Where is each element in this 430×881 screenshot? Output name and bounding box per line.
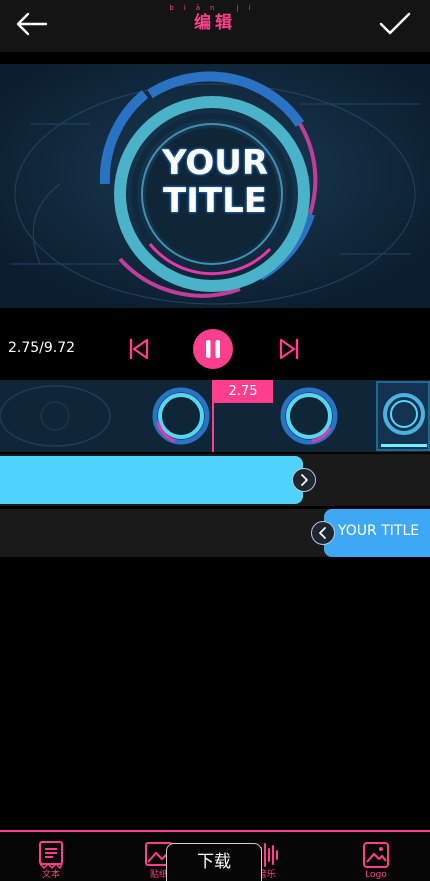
skip-previous-icon — [129, 338, 149, 360]
logo-image-icon — [363, 842, 389, 868]
player-controls: 2.75/9.72 — [0, 318, 430, 378]
chevron-left-icon — [319, 527, 326, 539]
top-app-bar: biān jí 编辑 — [0, 0, 430, 52]
playhead-time-label: 2.75 — [213, 380, 273, 403]
video-preview[interactable]: YOUR TITLE — [0, 64, 430, 308]
download-button[interactable]: 下载 — [166, 843, 262, 881]
page-title: biān jí 编辑 — [0, 4, 430, 34]
text-clip-label: YOUR TITLE — [338, 523, 420, 539]
text-clip-trim-handle[interactable] — [311, 521, 335, 545]
tab-logo-label: Logo — [365, 870, 387, 880]
preview-headline: YOUR TITLE — [0, 144, 430, 220]
time-readout: 2.75/9.72 — [8, 340, 76, 356]
media-clip[interactable] — [0, 456, 303, 504]
page-title-pinyin: biān jí — [169, 4, 261, 12]
pause-icon — [206, 340, 220, 358]
skip-previous-button[interactable] — [127, 337, 151, 361]
media-clip-trim-handle[interactable] — [292, 468, 316, 492]
media-track — [0, 454, 430, 506]
tab-text[interactable]: 文本 — [21, 840, 81, 881]
preview-headline-line2: TITLE — [163, 181, 267, 221]
text-track: YOUR TITLE — [0, 509, 430, 557]
preview-headline-line1: YOUR — [161, 143, 269, 183]
page-title-text: 编辑 — [194, 13, 236, 33]
pause-button[interactable] — [193, 329, 233, 369]
tab-text-label: 文本 — [41, 870, 60, 880]
chevron-right-icon — [301, 474, 308, 486]
text-document-icon — [39, 841, 63, 870]
check-icon — [379, 12, 411, 35]
confirm-button[interactable] — [378, 10, 412, 38]
skip-next-icon — [279, 338, 299, 360]
tab-logo[interactable]: Logo — [346, 840, 406, 881]
skip-next-button[interactable] — [277, 337, 301, 361]
